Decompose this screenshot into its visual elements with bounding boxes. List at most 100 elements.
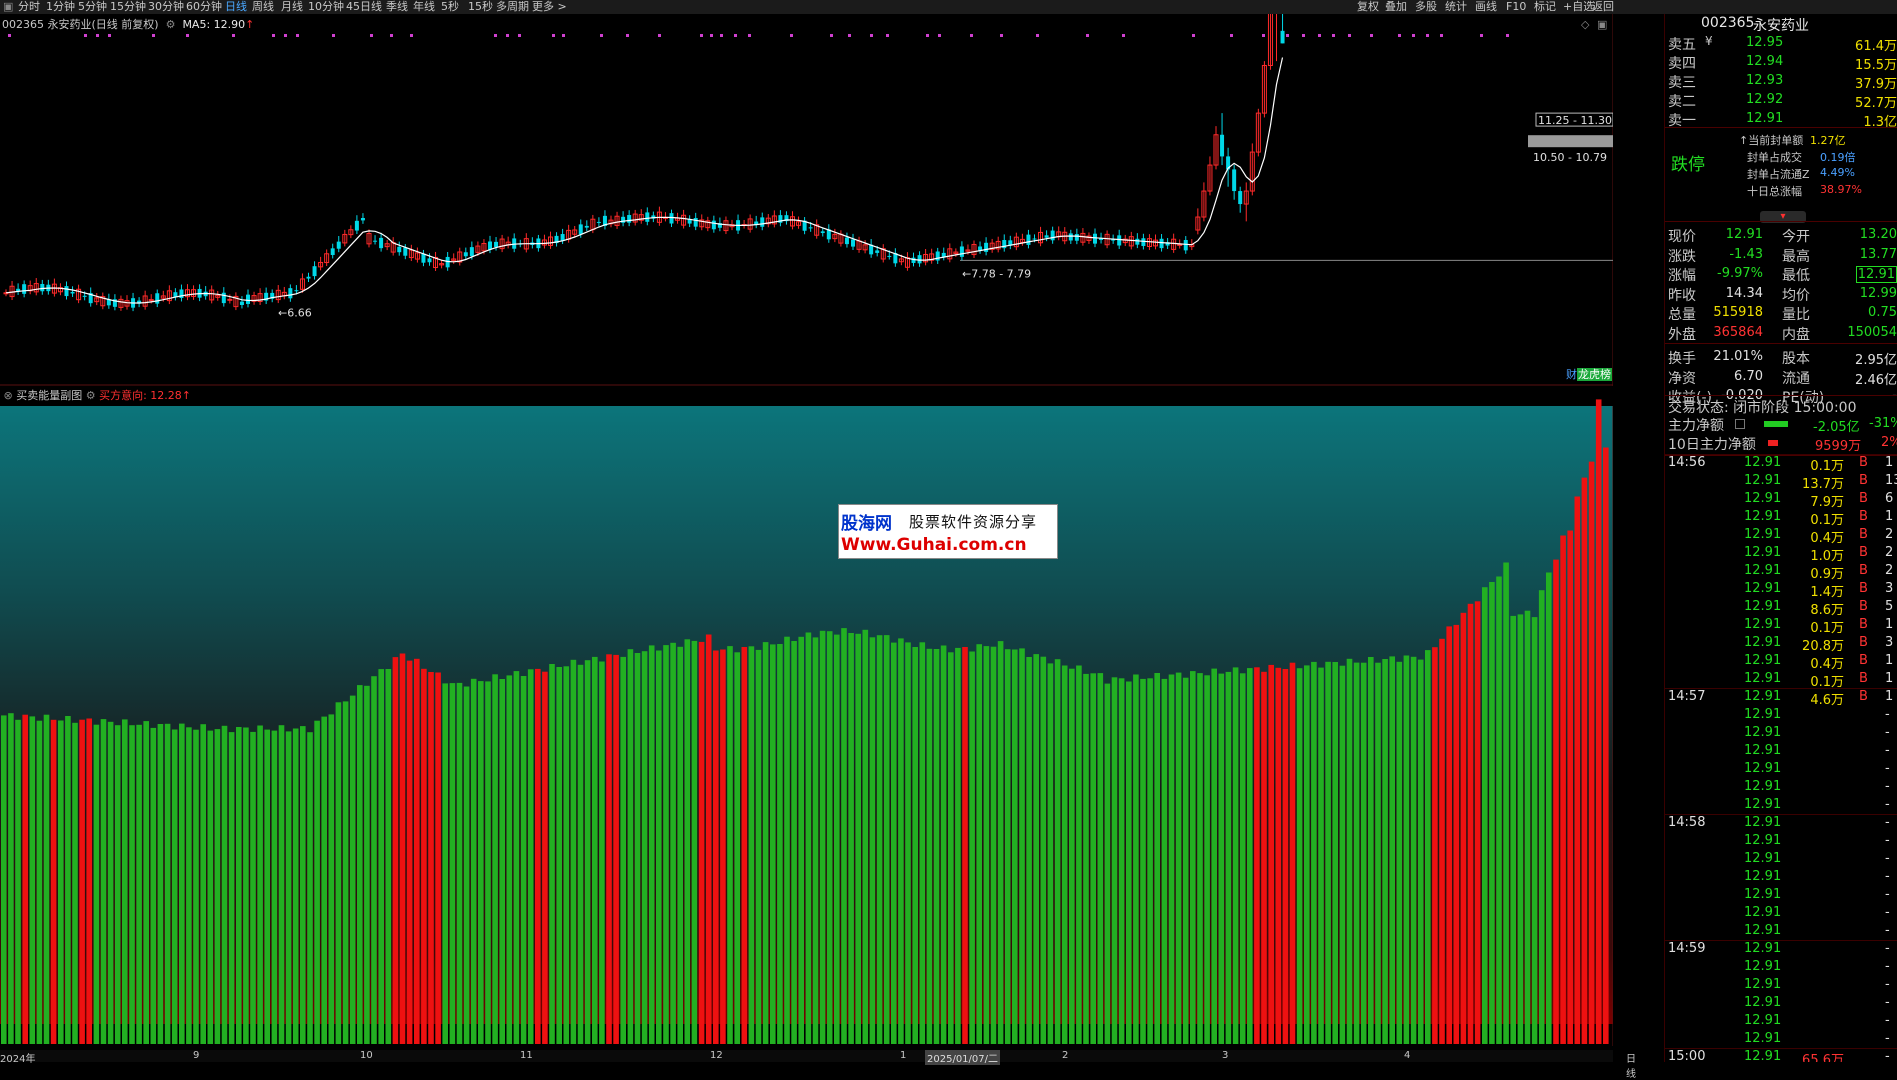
event-dot[interactable] [1000,34,1003,37]
event-dot[interactable] [1262,34,1265,37]
event-dot[interactable] [390,34,393,37]
event-dot[interactable] [734,34,737,37]
toolbar-item[interactable]: 日线 [225,0,247,14]
event-dot[interactable] [848,34,851,37]
toolbar-item[interactable]: 5分钟 [78,0,107,14]
event-dot[interactable] [886,34,889,37]
event-dot[interactable] [938,34,941,37]
event-dot[interactable] [1506,34,1509,37]
sell-level-row[interactable]: 卖四 12.94 15.5万 [1665,53,1897,73]
toolbar-right-item[interactable]: 标记 [1534,0,1556,14]
event-dot[interactable] [600,34,603,37]
event-dot[interactable] [970,34,973,37]
event-dot[interactable] [870,34,873,37]
event-dot[interactable] [152,34,155,37]
toolbar-item[interactable]: 10分钟 [308,0,344,14]
lhb-badge[interactable]: 财龙虎榜 [1566,366,1612,382]
event-dot[interactable] [1318,34,1321,37]
event-dot[interactable] [108,34,111,37]
event-dot[interactable] [1480,34,1483,37]
toolbar-right-item[interactable]: +自选 [1563,0,1594,14]
event-dot[interactable] [830,34,833,37]
tick-direction: B [1859,491,1868,506]
toolbar-item[interactable]: 1分钟 [46,0,75,14]
event-dot[interactable] [790,34,793,37]
toolbar-item[interactable]: 月线 [281,0,303,14]
event-dot[interactable] [186,34,189,37]
event-dot[interactable] [1440,34,1443,37]
event-dot[interactable] [494,34,497,37]
toolbar-item[interactable]: 60分钟 [186,0,222,14]
event-dot[interactable] [296,34,299,37]
toolbar-item[interactable]: 15分钟 [110,0,146,14]
event-dot[interactable] [370,34,373,37]
toolbar-item[interactable]: 更多 > [532,0,567,14]
event-dot[interactable] [1348,34,1351,37]
event-dot[interactable] [1370,34,1373,37]
toolbar-right-item[interactable]: 叠加 [1385,0,1407,14]
sell-level-row[interactable]: 卖五 ¥12.95 61.4万 [1665,34,1897,54]
event-dot[interactable] [1230,34,1233,37]
event-dot[interactable] [284,34,287,37]
event-dot[interactable] [8,34,11,37]
event-dot[interactable] [1398,34,1401,37]
event-dot[interactable] [1426,34,1429,37]
event-dot[interactable] [272,34,275,37]
toolbar-right-item[interactable]: 复权 [1357,0,1379,14]
panel-divider [1665,127,1897,128]
event-dot[interactable] [700,34,703,37]
event-dot[interactable] [1302,34,1305,37]
event-dot[interactable] [232,34,235,37]
diamond-icon[interactable]: ◇ [1581,18,1590,31]
kline-chart[interactable]: 14.0013.0012.0011.0010.009.008.007.0014.… [0,0,1665,386]
event-dot[interactable] [658,34,661,37]
event-dot[interactable] [552,34,555,37]
toolbar-item[interactable]: 季线 [386,0,408,14]
gap-box-lower[interactable] [1528,135,1613,148]
toolbar-right-item[interactable]: 统计 [1445,0,1467,14]
event-dot[interactable] [626,34,629,37]
event-dot[interactable] [96,34,99,37]
sell-level-price: 12.94 [1746,54,1784,69]
toolbar-right-item[interactable]: 多股 [1415,0,1437,14]
tick-price: 12.91 [1744,491,1782,506]
event-dot[interactable] [1036,34,1039,37]
event-dot[interactable] [332,34,335,37]
toolbar-right-item[interactable]: 返回 [1592,0,1614,14]
toolbar-menu-icon[interactable]: ▣ [3,0,13,14]
toolbar-item[interactable]: 15秒 [468,0,493,14]
tick-row: 12.91 - [1665,887,1897,905]
sell-level-row[interactable]: 卖二 12.92 52.7万 [1665,91,1897,111]
event-dot[interactable] [1122,34,1125,37]
event-dot[interactable] [506,34,509,37]
toolbar-item[interactable]: 年线 [413,0,435,14]
toolbar-right-item[interactable]: 画线 [1475,0,1497,14]
event-dot[interactable] [562,34,565,37]
kline-svg[interactable]: 14.0013.0012.0011.0010.009.008.007.0014.… [0,0,1665,386]
event-dot[interactable] [84,34,87,37]
toolbar-item[interactable]: 30分钟 [148,0,184,14]
toolbar-item[interactable]: 分时 [18,0,40,14]
toolbar-item[interactable]: 周线 [252,0,274,14]
event-dot[interactable] [1086,34,1089,37]
event-dot[interactable] [748,34,751,37]
event-dot[interactable] [1192,34,1195,37]
toolbar-right-item[interactable]: F10 [1506,0,1526,14]
window-icon[interactable]: ▣ [1597,18,1607,31]
event-dot[interactable] [1332,34,1335,37]
event-dot[interactable] [926,34,929,37]
event-dot[interactable] [1412,34,1415,37]
event-dot[interactable] [1286,34,1289,37]
event-dot[interactable] [720,34,723,37]
event-dot[interactable] [710,34,713,37]
energy-subchart[interactable]: ⊗ 买卖能量副图 ⚙ 买方意向: 12.28↑ 14.0013.0012.001… [0,386,1613,1062]
toolbar-item[interactable]: 5秒 [441,0,459,14]
event-dot[interactable] [410,34,413,37]
event-dot[interactable] [518,34,521,37]
toolbar-item[interactable]: 45日线 [346,0,382,14]
settings-icon[interactable]: ⚙ [162,18,179,31]
candles[interactable] [3,0,1285,312]
toolbar-item[interactable]: 多周期 [496,0,529,14]
sell-level-row[interactable]: 卖三 12.93 37.9万 [1665,72,1897,92]
energy-bar [1595,399,1602,1044]
